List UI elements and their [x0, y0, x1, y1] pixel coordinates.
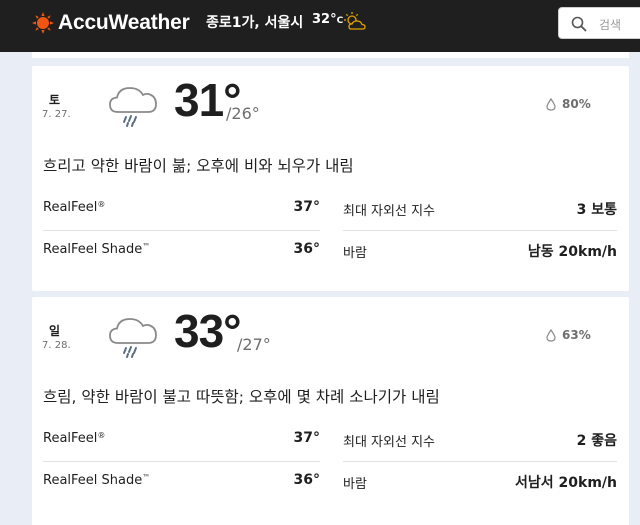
- forecast-date: 7. 28.: [42, 340, 71, 351]
- previous-card-edge: [32, 52, 629, 58]
- realfeel-row: RealFeel® 37°: [43, 193, 320, 231]
- uv-index-value: 3 보통: [576, 202, 617, 218]
- current-temp[interactable]: 32°C: [312, 12, 343, 27]
- low-temperature: /27°: [237, 335, 271, 354]
- realfeel-shade-value: 36°: [293, 241, 320, 257]
- wind-value: 서남서 20km/h: [515, 475, 617, 491]
- daily-forecast-card[interactable]: 일 7. 28. 33° /27° 63% 흐림, 약한 바람이 불고 따뜻함;…: [32, 297, 629, 522]
- weather-phrase: 흐림, 약한 바람이 불고 따뜻함; 오후에 몇 차례 소나기가 내림: [43, 388, 440, 406]
- weather-phrase: 흐리고 약한 바람이 붊; 오후에 비와 뇌우가 내림: [43, 157, 354, 175]
- wind-label: 바람: [343, 246, 367, 261]
- realfeel-shade-value: 36°: [293, 472, 320, 488]
- realfeel-label: RealFeel®: [43, 431, 105, 446]
- realfeel-label-text: RealFeel: [43, 200, 98, 215]
- realfeel-shade-row: RealFeel Shade™ 36°: [43, 235, 320, 267]
- uv-index-label: 최대 자외선 지수: [343, 435, 435, 450]
- realfeel-shade-label-text: RealFeel Shade: [43, 242, 143, 257]
- top-header: AccuWeather 종로1가, 서울시 32°C 검색: [0, 0, 640, 52]
- realfeel-shade-label-text: RealFeel Shade: [43, 473, 143, 488]
- precip-probability: 63%: [562, 328, 591, 342]
- raindrop-icon: [546, 98, 556, 111]
- realfeel-label-text: RealFeel: [43, 431, 98, 446]
- realfeel-label: RealFeel®: [43, 200, 105, 215]
- search-box[interactable]: 검색: [558, 7, 640, 39]
- sun-logo-icon: [32, 12, 54, 34]
- wind-label: 바람: [343, 477, 367, 492]
- rain-cloud-icon: [109, 318, 157, 358]
- forecast-date: 7. 27.: [42, 109, 71, 120]
- wind-row: 바람 남동 20km/h: [343, 235, 617, 267]
- partly-cloudy-icon: [344, 12, 366, 30]
- trademark-mark: ™: [142, 473, 151, 482]
- accuweather-logo[interactable]: AccuWeather: [32, 11, 190, 35]
- next-card-edge: [32, 520, 629, 525]
- precip-probability: 80%: [562, 97, 591, 111]
- current-temp-value: 32°: [312, 12, 337, 27]
- search-placeholder: 검색: [599, 18, 622, 32]
- uv-index-row: 최대 자외선 지수 2 좋음: [343, 424, 617, 462]
- registered-mark: ®: [97, 431, 106, 440]
- trademark-mark: ™: [142, 242, 151, 251]
- brand-name: AccuWeather: [58, 11, 190, 34]
- uv-index-label: 최대 자외선 지수: [343, 204, 435, 219]
- wind-value: 남동 20km/h: [527, 244, 617, 260]
- realfeel-shade-label: RealFeel Shade™: [43, 242, 150, 257]
- day-of-week: 토: [49, 93, 61, 107]
- search-icon: [571, 16, 587, 32]
- low-temperature: /26°: [226, 104, 260, 123]
- registered-mark: ®: [97, 200, 106, 209]
- rain-cloud-icon: [109, 87, 157, 127]
- wind-row: 바람 서남서 20km/h: [343, 466, 617, 498]
- realfeel-shade-row: RealFeel Shade™ 36°: [43, 466, 320, 498]
- realfeel-value: 37°: [293, 430, 320, 446]
- high-temperature: 33°: [174, 305, 242, 357]
- realfeel-shade-label: RealFeel Shade™: [43, 473, 150, 488]
- raindrop-icon: [546, 329, 556, 342]
- realfeel-value: 37°: [293, 199, 320, 215]
- day-of-week: 일: [49, 324, 61, 338]
- current-location[interactable]: 종로1가, 서울시: [206, 12, 303, 32]
- uv-index-value: 2 좋음: [576, 433, 617, 449]
- daily-forecast-card[interactable]: 토 7. 27. 31° /26° 80% 흐리고 약한 바람이 붊; 오후에 …: [32, 66, 629, 291]
- uv-index-row: 최대 자외선 지수 3 보통: [343, 193, 617, 231]
- realfeel-row: RealFeel® 37°: [43, 424, 320, 462]
